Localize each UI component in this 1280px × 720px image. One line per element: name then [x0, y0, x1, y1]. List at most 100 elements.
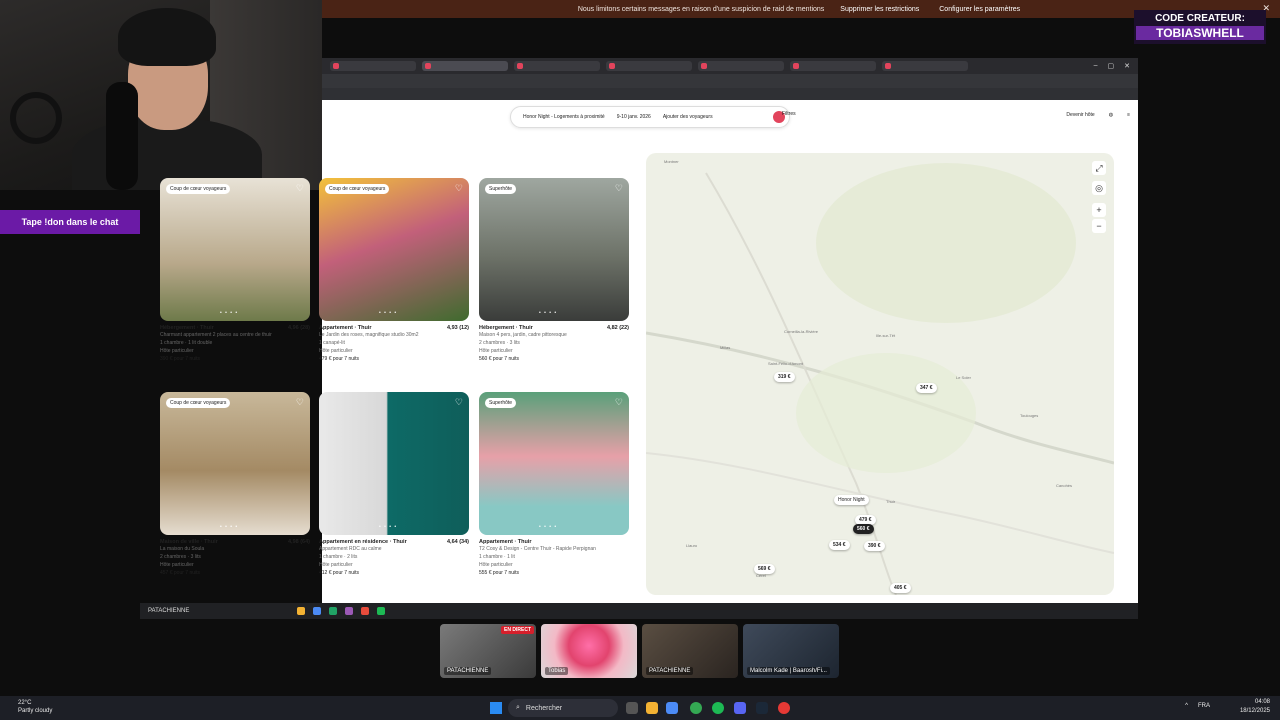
listing-card[interactable]: Coup de cœur voyageurs ♡ • • • • Apparte… — [319, 178, 469, 363]
folder-icon[interactable] — [297, 607, 306, 615]
fullscreen-icon[interactable]: ⤢ — [1092, 161, 1106, 175]
listing-photo[interactable]: Coup de cœur voyageurs ♡ • • • • — [160, 178, 310, 321]
heart-icon[interactable]: ♡ — [296, 183, 304, 194]
app-icon[interactable] — [666, 702, 678, 714]
browser-tab[interactable] — [606, 61, 692, 71]
search-guests[interactable]: Ajouter des voyageurs — [663, 114, 713, 120]
heart-icon[interactable]: ♡ — [296, 397, 304, 408]
heart-icon[interactable]: ♡ — [455, 397, 463, 408]
zoom-out-button[interactable]: − — [1092, 219, 1106, 233]
webcam-hair — [118, 8, 216, 66]
tab-strip: – ▢ ✕ — [322, 58, 1138, 74]
participant-tile[interactable]: Tobias — [541, 624, 637, 678]
map-town: Ille-sur-Têt — [876, 333, 896, 338]
heart-icon[interactable]: ♡ — [615, 397, 623, 408]
search-pill[interactable]: Honor Night - Logements à proximité 9-10… — [510, 106, 790, 128]
app-icon[interactable] — [345, 607, 354, 615]
listing-card[interactable]: Superhôte ♡ • • • • Appartement · Thuir … — [479, 392, 629, 577]
participant-tile[interactable]: Malcolm Kade | Baarosh/Fi... — [743, 624, 839, 678]
taskbar-search[interactable]: ⌕ Rechercher — [508, 699, 618, 717]
browser-tab[interactable] — [882, 61, 968, 71]
map-town: Corneilla-la-Rivière — [784, 329, 819, 334]
spotify-icon[interactable] — [377, 607, 386, 615]
app-icon[interactable] — [778, 702, 790, 714]
listing-photo[interactable]: ♡ • • • • — [319, 392, 469, 535]
listing-host: Hôte particulier — [319, 562, 353, 568]
listing-photo[interactable]: Coup de cœur voyageurs ♡ • • • • — [319, 178, 469, 321]
close-window-icon[interactable]: ✕ — [1124, 62, 1130, 70]
shared-screen-label: PATACHIENNE — [148, 608, 190, 614]
listing-card[interactable]: ♡ • • • • Appartement en résidence · Thu… — [319, 392, 469, 577]
live-badge: EN DIRECT — [501, 626, 534, 634]
minimize-icon[interactable]: – — [1094, 62, 1098, 70]
language-indicator[interactable]: FRA — [1198, 703, 1210, 709]
listing-rooms: 2 chambres · 3 lits — [160, 554, 201, 560]
remove-restrictions-button[interactable]: Supprimer les restrictions — [836, 5, 923, 14]
browser-tab[interactable] — [790, 61, 876, 71]
listing-photo[interactable]: Superhôte ♡ • • • • — [479, 178, 629, 321]
task-view-icon[interactable] — [626, 702, 638, 714]
listing-photo[interactable]: Coup de cœur voyageurs ♡ • • • • — [160, 392, 310, 535]
listing-photo[interactable]: Superhôte ♡ • • • • — [479, 392, 629, 535]
header-right: Devenir hôte ◍ ≡ — [1066, 112, 1130, 118]
listing-rating: 4,64 (34) — [446, 539, 469, 545]
listing-rating: 4,82 (22) — [606, 325, 629, 331]
map-price-pin-selected[interactable]: 560 € — [853, 524, 874, 534]
browser-tab[interactable] — [698, 61, 784, 71]
become-host-link[interactable]: Devenir hôte — [1066, 112, 1094, 118]
address-bar[interactable] — [322, 74, 1138, 88]
steam-icon[interactable] — [756, 702, 768, 714]
listing-desc: La maison du Soula — [160, 546, 205, 552]
globe-icon[interactable]: ◍ — [1109, 112, 1113, 118]
map-price-pin[interactable]: 390 € — [864, 541, 885, 551]
participant-tile[interactable]: EN DIRECT PATACHIENNE — [440, 624, 536, 678]
map-price-pin[interactable]: 347 € — [916, 383, 937, 393]
chevron-up-icon[interactable]: ^ — [1185, 703, 1188, 709]
zoom-in-button[interactable]: + — [1092, 203, 1106, 217]
app-icon[interactable] — [329, 607, 338, 615]
listing-desc: Appartement RDC au calme — [319, 546, 382, 552]
filters-button[interactable]: Filtres — [782, 111, 796, 117]
search-location[interactable]: Honor Night - Logements à proximité — [523, 114, 605, 120]
configure-settings-button[interactable]: Configurer les paramètres — [935, 5, 1024, 14]
participant-tile[interactable]: PATACHIENNE — [642, 624, 738, 678]
browser-tab[interactable] — [514, 61, 600, 71]
listing-card[interactable]: Coup de cœur voyageurs ♡ • • • • Maison … — [160, 392, 310, 577]
honor-night-marker[interactable]: Honor Night — [834, 495, 869, 505]
listing-card[interactable]: Superhôte ♡ • • • • Hébergement · Thuir 4… — [479, 178, 629, 363]
browser-tab-active[interactable] — [422, 61, 508, 71]
map-price-pin[interactable]: 319 € — [774, 372, 795, 382]
weather-widget[interactable]: 22°C Partly cloudy — [18, 699, 52, 715]
map-town: Thuir — [886, 499, 896, 504]
map-price-pin[interactable]: 405 € — [890, 583, 911, 593]
carousel-dots: • • • • — [539, 524, 558, 530]
menu-icon[interactable]: ≡ — [1127, 112, 1130, 118]
window-controls: – ▢ ✕ — [1094, 62, 1138, 70]
listing-host: Hôte particulier — [319, 348, 353, 354]
app-icon[interactable] — [313, 607, 322, 615]
locate-icon[interactable]: ◎ — [1092, 181, 1106, 195]
browser-tab[interactable] — [330, 61, 416, 71]
chrome-icon[interactable] — [690, 702, 702, 714]
heart-icon[interactable]: ♡ — [615, 183, 623, 194]
clock[interactable]: 04:08 18/12/2025 — [1240, 698, 1270, 716]
app-icon[interactable] — [361, 607, 370, 615]
map-town: Toulouges — [1020, 413, 1039, 418]
search-dates[interactable]: 9-10 janv. 2026 — [617, 114, 651, 120]
participant-name: Tobias — [545, 667, 569, 675]
windows-start-icon[interactable] — [490, 702, 502, 714]
map-view[interactable]: ⤢ ◎ + − Montner Millas Corneilla-la-Rivi… — [646, 153, 1114, 595]
maximize-icon[interactable]: ▢ — [1108, 62, 1115, 70]
map-price-pin[interactable]: 569 € — [754, 564, 775, 574]
heart-icon[interactable]: ♡ — [455, 183, 463, 194]
spotify-icon[interactable] — [712, 702, 724, 714]
listing-card[interactable]: Coup de cœur voyageurs ♡ • • • • Héberge… — [160, 178, 310, 363]
listing-desc: Le Jardin des roses, magnifique studio 3… — [319, 332, 419, 338]
search-icon: ⌕ — [516, 704, 520, 711]
map-price-pin[interactable]: 534 € — [829, 540, 850, 550]
bookmarks-bar — [322, 88, 1138, 100]
weather-desc: Partly cloudy — [18, 708, 53, 714]
discord-icon[interactable] — [734, 702, 746, 714]
file-explorer-icon[interactable] — [646, 702, 658, 714]
listing-rating: 4,93 (12) — [446, 325, 469, 331]
